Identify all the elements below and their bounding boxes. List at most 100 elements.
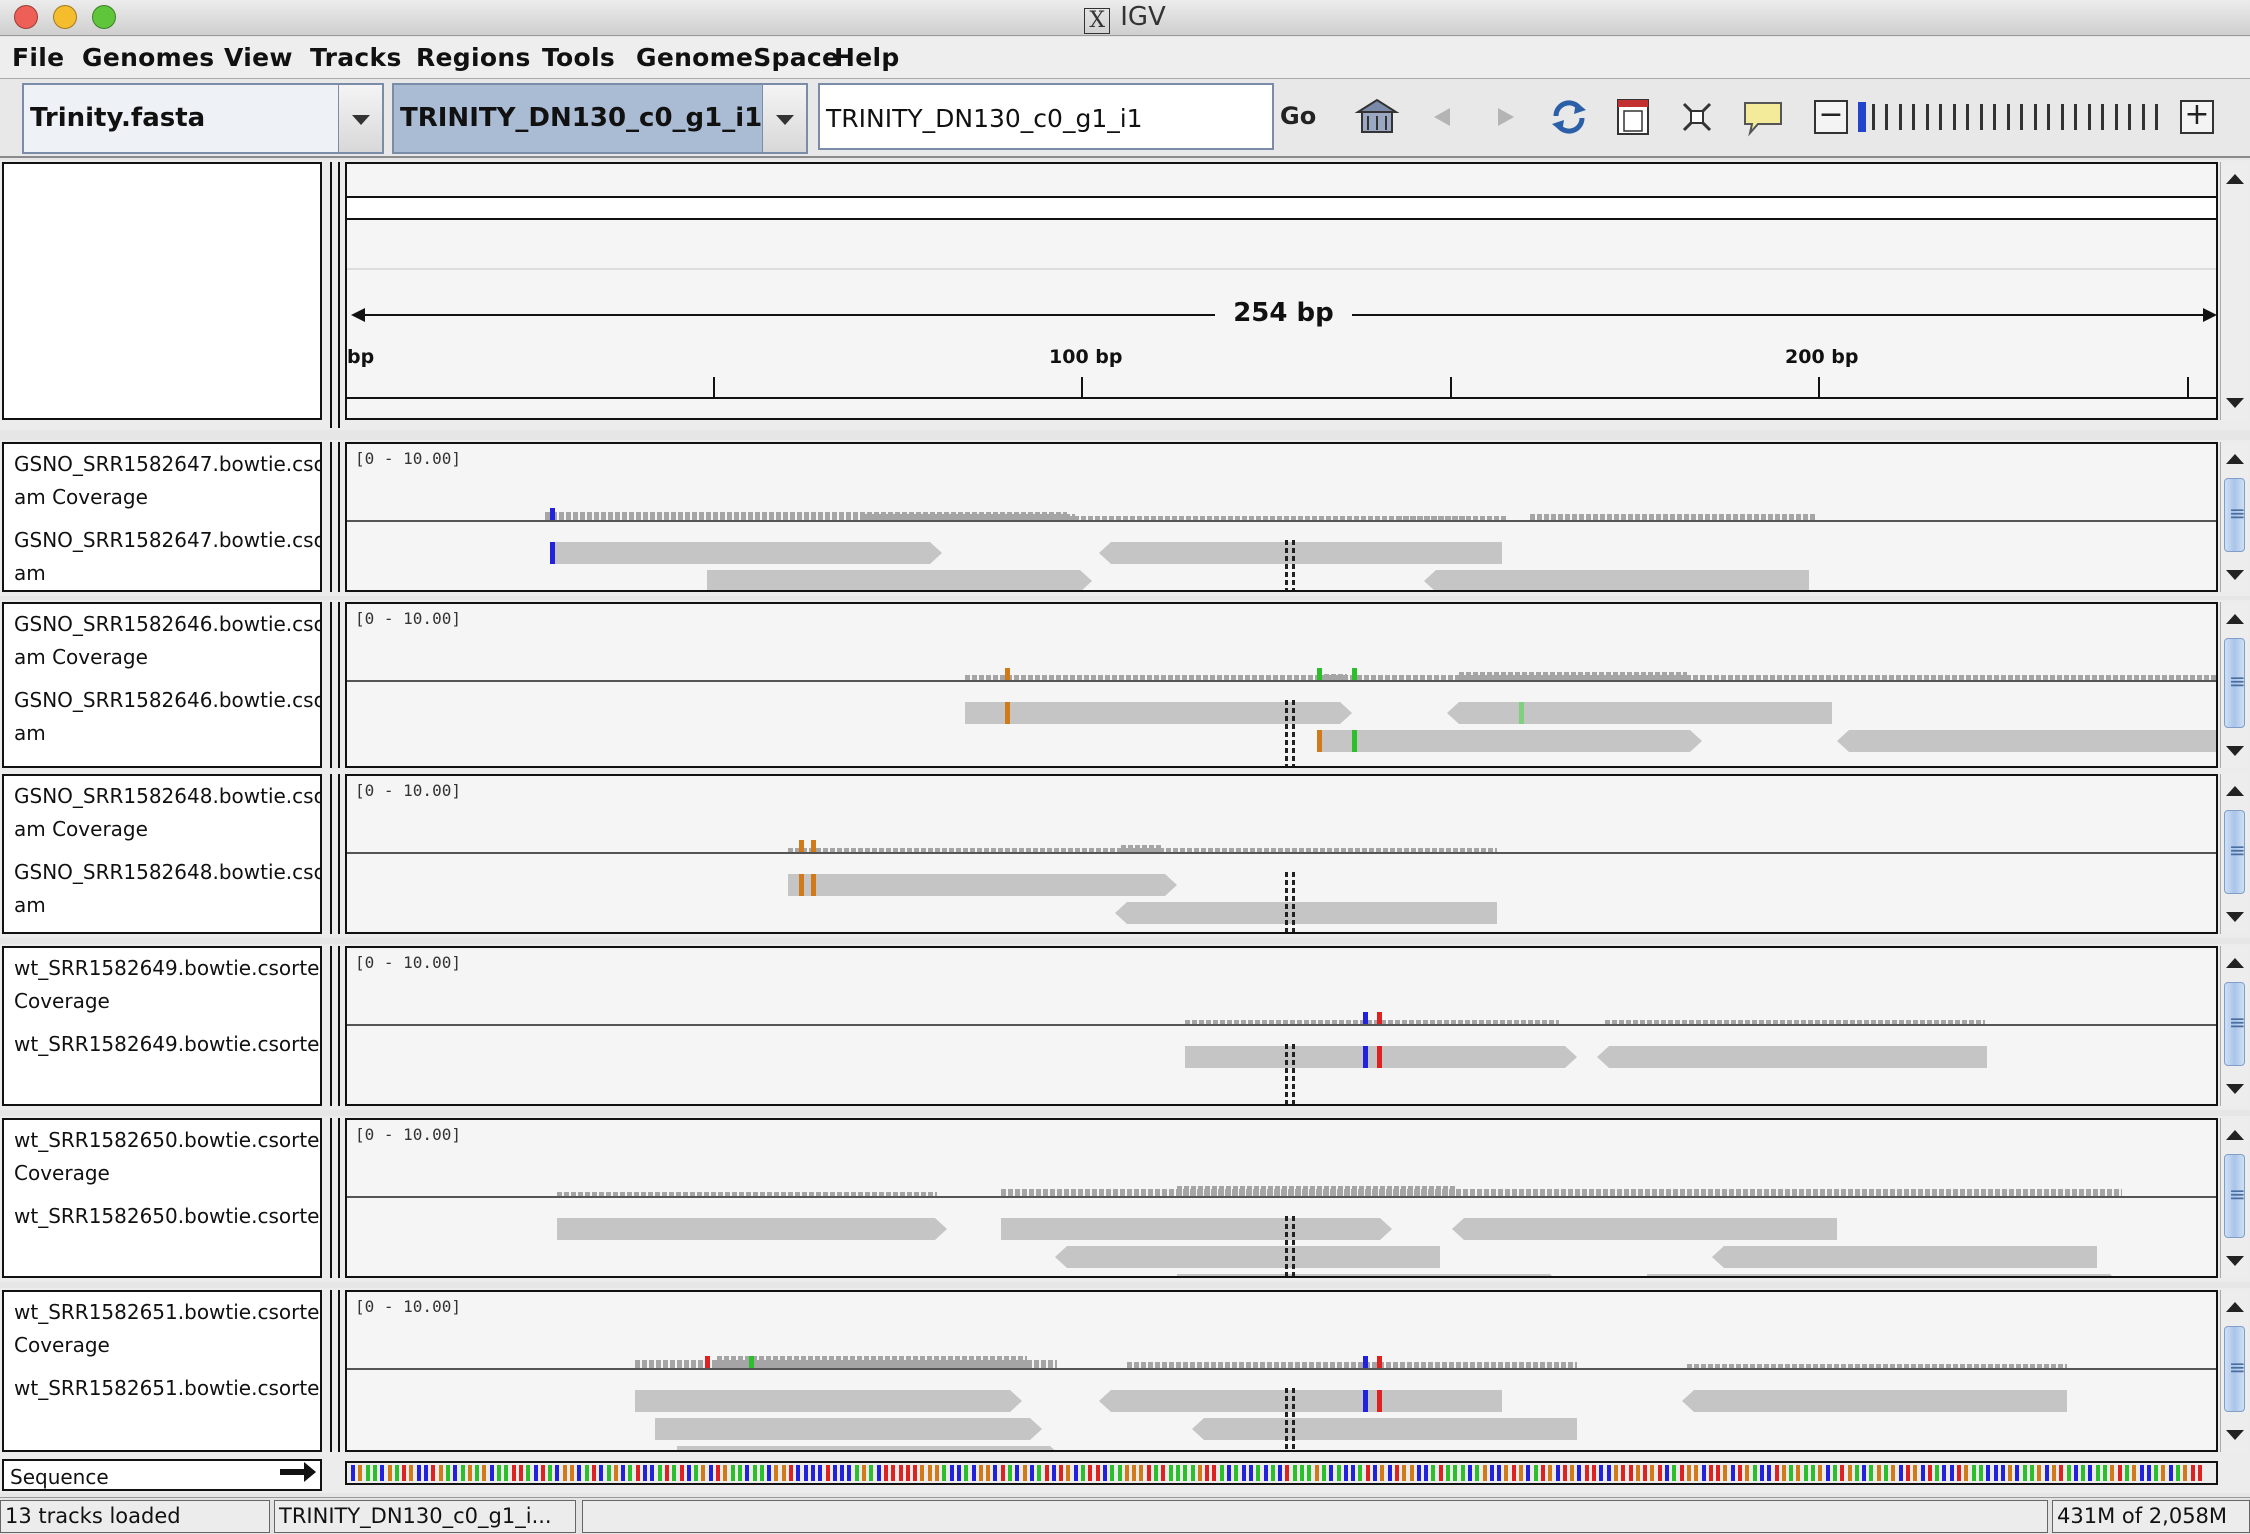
zoom-tick[interactable] bbox=[2006, 104, 2010, 130]
sequence-base[interactable] bbox=[1307, 1465, 1312, 1481]
coverage-mismatch[interactable] bbox=[1377, 1012, 1382, 1024]
sequence-base[interactable] bbox=[1811, 1465, 1815, 1481]
sequence-base[interactable] bbox=[1278, 1465, 1283, 1481]
sequence-base[interactable] bbox=[540, 1465, 545, 1481]
sequence-base[interactable] bbox=[584, 1465, 589, 1481]
sequence-base[interactable] bbox=[2132, 1465, 2137, 1481]
sequence-base[interactable] bbox=[1489, 1465, 1494, 1481]
sequence-base[interactable] bbox=[570, 1465, 574, 1481]
sequence-base[interactable] bbox=[672, 1465, 677, 1481]
zoom-tick[interactable] bbox=[1939, 104, 1942, 130]
sequence-base[interactable] bbox=[628, 1465, 633, 1481]
zoom-tick[interactable] bbox=[1966, 104, 1969, 130]
sequence-base[interactable] bbox=[942, 1465, 947, 1481]
zoom-tick[interactable] bbox=[2155, 104, 2158, 130]
scroll-down-icon[interactable] bbox=[2226, 1256, 2244, 1266]
sequence-base[interactable] bbox=[1723, 1465, 1728, 1481]
menu-tracks[interactable]: Tracks bbox=[310, 43, 402, 72]
coverage-mismatch[interactable] bbox=[550, 508, 555, 520]
sequence-base[interactable] bbox=[789, 1465, 793, 1481]
sequence-base[interactable] bbox=[1708, 1465, 1713, 1481]
strand-arrow-icon[interactable] bbox=[280, 1462, 316, 1482]
sequence-base[interactable] bbox=[2103, 1465, 2107, 1481]
read-mismatch[interactable] bbox=[1377, 1046, 1382, 1068]
coverage-bar[interactable] bbox=[1001, 1189, 2122, 1196]
popup-text-behavior-icon[interactable] bbox=[1740, 94, 1786, 140]
sequence-bases[interactable] bbox=[345, 1461, 2218, 1485]
sequence-base[interactable] bbox=[613, 1465, 618, 1481]
sequence-base[interactable] bbox=[1621, 1465, 1626, 1481]
sequence-base[interactable] bbox=[1993, 1465, 1998, 1481]
coverage-mismatch[interactable] bbox=[811, 840, 816, 852]
panel-divider[interactable] bbox=[330, 602, 340, 768]
alignment-track-name[interactable]: GSNO_SRR1582648.bowtie.csort bbox=[14, 856, 322, 889]
sequence-base[interactable] bbox=[781, 1465, 786, 1481]
zoom-tick[interactable] bbox=[2047, 104, 2050, 130]
read-mismatch[interactable] bbox=[799, 874, 804, 896]
sequence-base[interactable] bbox=[1584, 1465, 1589, 1481]
zoom-tick[interactable] bbox=[1979, 104, 1983, 130]
sequence-base[interactable] bbox=[1132, 1465, 1137, 1481]
home-icon[interactable] bbox=[1354, 94, 1400, 140]
menu-file[interactable]: File bbox=[12, 43, 64, 72]
sequence-base[interactable] bbox=[1270, 1465, 1275, 1481]
sequence-base[interactable] bbox=[1081, 1465, 1085, 1481]
sequence-base[interactable] bbox=[1540, 1465, 1545, 1481]
coverage-mismatch[interactable] bbox=[1363, 1356, 1368, 1368]
alignment-track-name[interactable]: wt_SRR1582650.bowtie.csorted. bbox=[14, 1200, 322, 1233]
sequence-base[interactable] bbox=[2110, 1465, 2115, 1481]
sequence-base[interactable] bbox=[424, 1465, 428, 1481]
coverage-track-name-cont[interactable]: am Coverage bbox=[14, 481, 322, 514]
aligned-read[interactable] bbox=[788, 874, 1177, 896]
sequence-base[interactable] bbox=[964, 1465, 969, 1481]
scroll-thumb[interactable] bbox=[2224, 982, 2246, 1066]
sequence-base[interactable] bbox=[1548, 1465, 1553, 1481]
sequence-base[interactable] bbox=[548, 1465, 553, 1481]
sequence-base[interactable] bbox=[518, 1465, 523, 1481]
sequence-base[interactable] bbox=[577, 1465, 582, 1481]
read-mismatch[interactable] bbox=[1377, 1390, 1382, 1412]
sequence-base[interactable] bbox=[1183, 1465, 1188, 1481]
track-data-panel[interactable]: [0 - 10.00] bbox=[345, 1290, 2218, 1452]
sequence-base[interactable] bbox=[920, 1465, 925, 1481]
sequence-base[interactable] bbox=[1117, 1465, 1122, 1481]
sequence-base[interactable] bbox=[1971, 1465, 1976, 1481]
sequence-base[interactable] bbox=[2190, 1465, 2195, 1481]
sequence-base[interactable] bbox=[2073, 1465, 2078, 1481]
sequence-base[interactable] bbox=[840, 1465, 845, 1481]
scroll-down-icon[interactable] bbox=[2226, 1430, 2244, 1440]
coverage-bar[interactable] bbox=[727, 516, 757, 520]
sequence-base[interactable] bbox=[1789, 1465, 1794, 1481]
zoom-out-button[interactable]: − bbox=[1814, 100, 1848, 134]
read-mismatch[interactable] bbox=[1363, 1390, 1368, 1412]
track-scrollbar[interactable] bbox=[2220, 774, 2248, 934]
zoom-tick[interactable] bbox=[1871, 104, 1875, 130]
sequence-base[interactable] bbox=[1292, 1465, 1297, 1481]
sequence-base[interactable] bbox=[1044, 1465, 1049, 1481]
sequence-base[interactable] bbox=[686, 1465, 691, 1481]
sequence-base[interactable] bbox=[1029, 1465, 1034, 1481]
zoom-tick[interactable] bbox=[2141, 104, 2145, 130]
sequence-base[interactable] bbox=[1321, 1465, 1326, 1481]
sequence-base[interactable] bbox=[1613, 1465, 1618, 1481]
sequence-base[interactable] bbox=[475, 1465, 480, 1481]
sequence-base[interactable] bbox=[2197, 1465, 2202, 1481]
sequence-base[interactable] bbox=[1920, 1465, 1925, 1481]
scroll-up-icon[interactable] bbox=[2226, 1130, 2244, 1140]
panel-divider[interactable] bbox=[330, 946, 340, 1106]
sequence-base[interactable] bbox=[2044, 1465, 2049, 1481]
coverage-mismatch[interactable] bbox=[1352, 668, 1357, 680]
sequence-base[interactable] bbox=[358, 1465, 363, 1481]
sequence-base[interactable] bbox=[679, 1465, 684, 1481]
sequence-base[interactable] bbox=[1358, 1465, 1363, 1481]
zoom-tick[interactable] bbox=[1912, 104, 1915, 130]
sequence-base[interactable] bbox=[1037, 1465, 1042, 1481]
sequence-base[interactable] bbox=[730, 1465, 735, 1481]
read-mismatch[interactable] bbox=[1352, 730, 1357, 752]
alignment-track-name[interactable]: GSNO_SRR1582647.bowtie.csort bbox=[14, 524, 322, 557]
coverage-mismatch[interactable] bbox=[1317, 668, 1322, 680]
sequence-base[interactable] bbox=[409, 1465, 414, 1481]
sequence-base[interactable] bbox=[1329, 1465, 1334, 1481]
aligned-read[interactable] bbox=[635, 1390, 1022, 1412]
sequence-base[interactable] bbox=[1402, 1465, 1407, 1481]
